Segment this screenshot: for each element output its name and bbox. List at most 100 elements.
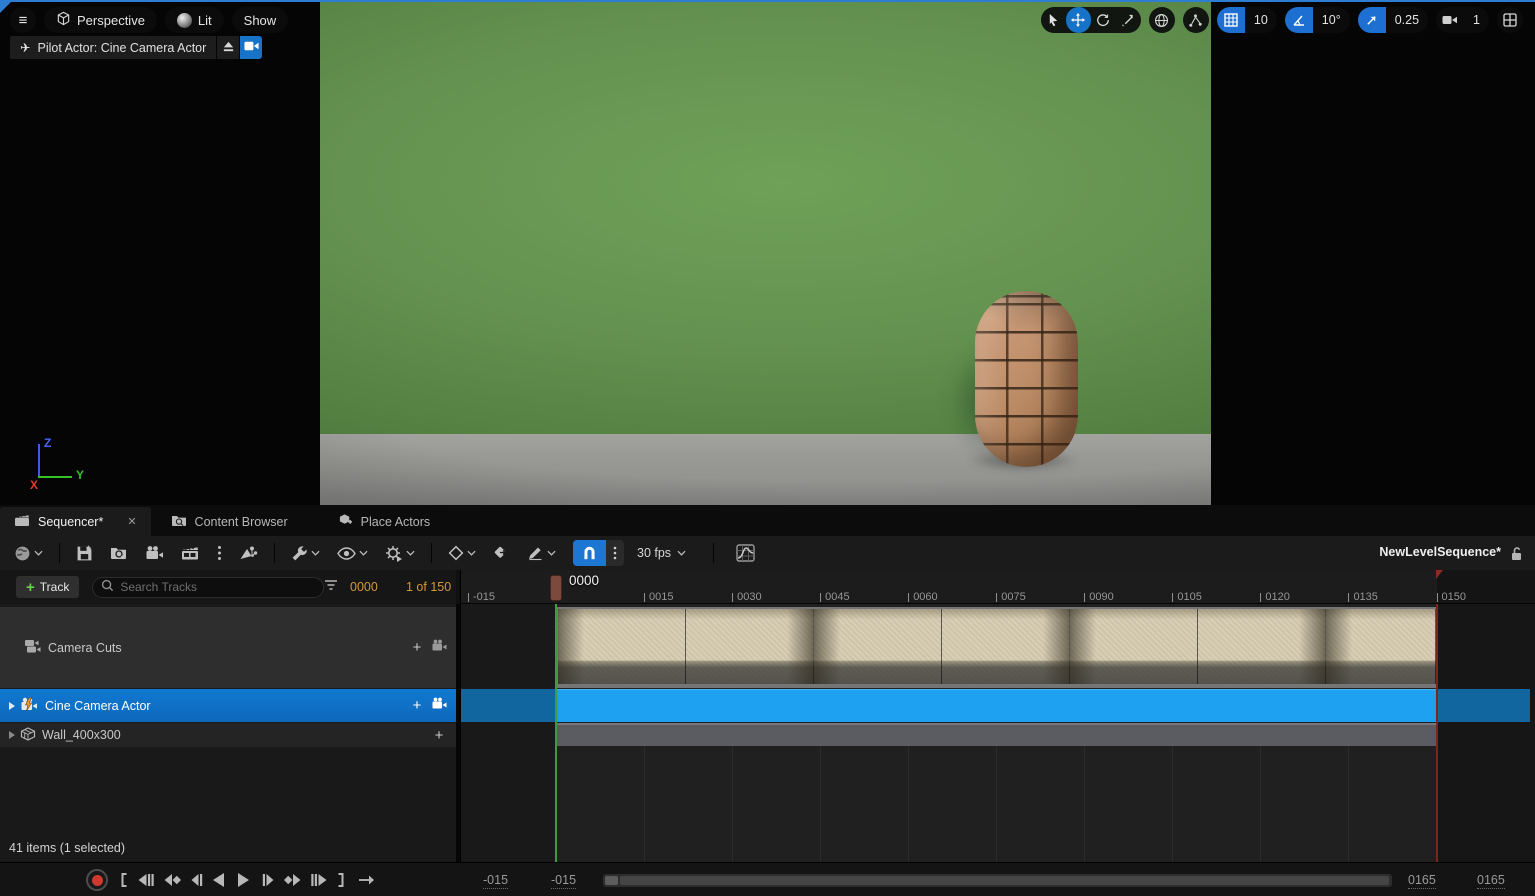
brick-capsule-mesh[interactable] [975,291,1078,467]
playback-end-marker[interactable] [1436,604,1438,862]
expand-arrow-icon[interactable] [9,702,15,710]
camera-track-bar-outer[interactable] [461,689,1530,722]
snap-toggle-button[interactable] [573,540,606,566]
grid-snap-value[interactable]: 10 [1245,7,1277,33]
tab-place-actors[interactable]: Place Actors [324,507,444,536]
next-key-button[interactable] [284,873,302,887]
add-section-button[interactable]: + [406,639,428,656]
select-tool-button[interactable] [1041,7,1066,33]
playhead-handle[interactable] [550,575,562,601]
camera-cut-thumbnail [686,609,814,684]
sequencer-breadcrumb-button[interactable] [235,542,262,564]
track-row-wall[interactable]: Wall_400x300 + [0,723,456,747]
rotate-tool-button[interactable] [1091,7,1116,33]
surface-snapping-button[interactable] [1183,7,1209,33]
view-range-end-field[interactable]: 0165 [1408,873,1436,889]
create-camera-button[interactable] [141,542,168,564]
ruler-tick [820,593,821,602]
camera-cuts-filmstrip[interactable]: Cine Camera Actor [556,607,1438,688]
camera-lock-button[interactable] [428,697,450,714]
play-reverse-button[interactable] [212,872,225,888]
camera-speed-value[interactable]: 1 [1464,7,1489,33]
find-in-content-browser-button[interactable] [106,542,132,564]
timeline-gridline [732,746,733,862]
scale-snap-value[interactable]: 0.25 [1386,7,1428,33]
search-tracks-input[interactable] [120,580,315,594]
auto-key-toggle[interactable] [489,542,514,564]
add-track-button[interactable]: + Track [16,576,79,598]
add-section-button[interactable]: + [428,727,450,744]
rotation-snap-toggle[interactable] [1285,7,1313,33]
show-button[interactable]: Show [232,7,289,33]
viewport-menu-button[interactable]: ≡ [10,7,36,33]
play-forward-button[interactable] [237,872,250,888]
working-range-end-field[interactable]: 0165 [1477,873,1505,889]
viewport-render[interactable] [320,0,1211,505]
world-space-toggle-button[interactable] [1149,7,1175,33]
sequencer-kebab-menu[interactable] [213,542,226,564]
go-to-front-button[interactable] [120,873,128,887]
rotation-snap-value[interactable]: 10° [1313,7,1350,33]
track-row-cine-camera-actor[interactable]: Cine Camera Actor + [0,689,456,722]
jump-back-button[interactable] [137,873,154,887]
playback-mode-button[interactable] [358,874,375,886]
jump-forward-button[interactable] [311,873,328,887]
camera-cut-thumbnail [942,609,1070,684]
playback-start-marker[interactable] [555,604,557,862]
cine-camera-icon [20,697,39,715]
tab-content-browser[interactable]: Content Browser [157,507,302,536]
grid-snap-toggle[interactable] [1217,7,1245,33]
scale-snap-toggle[interactable] [1358,7,1386,33]
ruler-tick [468,593,469,602]
timeline-track-area[interactable]: Cine Camera Actor [460,604,1535,862]
render-movie-button[interactable] [177,542,204,564]
filter-icon[interactable] [324,579,338,594]
curve-editor-button[interactable] [732,541,759,565]
move-tool-button[interactable] [1066,7,1091,33]
view-options-menu[interactable] [333,544,372,563]
previous-key-button[interactable] [163,873,181,887]
scrollbar-resize-handle[interactable] [605,876,618,885]
camera-track-bar[interactable] [556,689,1438,722]
expand-arrow-icon[interactable] [9,731,15,739]
step-back-button[interactable] [190,873,203,887]
track-row-camera-cuts[interactable]: Camera Cuts + [0,607,456,688]
go-to-end-button[interactable] [337,873,345,887]
pilot-actor-button[interactable]: ✈ Pilot Actor: Cine Camera Actor [10,36,216,59]
eject-pilot-button[interactable] [217,36,239,59]
sequence-browse-dropdown[interactable] [10,542,47,565]
keyframe-options-menu[interactable] [444,542,480,564]
timeline-ruler[interactable]: 0000 -0150015003000450060007500900105012… [460,570,1535,604]
perspective-button[interactable]: Perspective [44,7,157,33]
wall-track-bar[interactable] [556,723,1438,746]
lock-sequence-button[interactable] [1510,546,1523,564]
save-sequence-button[interactable] [72,542,97,565]
tab-close-icon[interactable]: ✕ [127,515,136,528]
edit-mode-menu[interactable] [523,542,560,564]
ruler-tick [1260,593,1261,602]
working-range-start-field[interactable]: -015 [483,873,508,889]
current-frame-field[interactable]: 0000 [350,580,378,594]
actions-menu[interactable] [287,542,324,565]
z-axis-label: Z [44,436,51,450]
lit-button[interactable]: Lit [165,7,224,33]
scrollbar-thumb[interactable] [620,876,1389,885]
tab-sequencer[interactable]: Sequencer* ✕ [0,507,151,536]
view-range-start-field[interactable]: -015 [551,873,576,889]
playback-options-menu[interactable] [381,542,419,565]
step-forward-button[interactable] [262,873,275,887]
add-section-button[interactable]: + [406,697,428,714]
scale-tool-button[interactable] [1116,7,1141,33]
timeline-scrollbar[interactable] [603,874,1392,887]
fps-dropdown[interactable]: 30 fps [633,546,690,560]
frame-count-label[interactable]: 1 of 150 [406,580,451,594]
camera-lock-button[interactable] [428,639,450,656]
snap-options-kebab[interactable] [606,540,624,566]
viewport[interactable]: ≡ Perspective Lit Show ✈ Pilot Actor: Ci… [0,0,1535,505]
viewport-layout-button[interactable] [1497,7,1523,33]
pilot-camera-view-toggle[interactable] [240,36,262,59]
record-button[interactable] [86,869,108,891]
camera-cut-thumbnail [814,609,942,684]
search-tracks-box[interactable] [92,577,324,598]
eject-icon [222,40,235,56]
